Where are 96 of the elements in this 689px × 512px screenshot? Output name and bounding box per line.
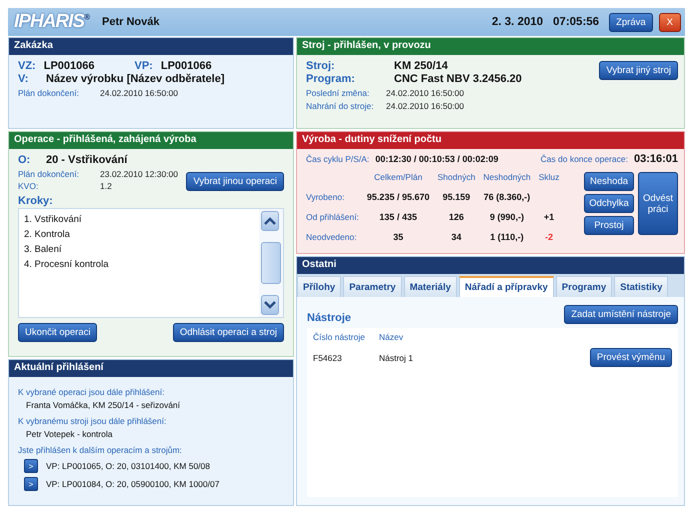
tab[interactable]: Přílohy — [297, 276, 342, 297]
section-header: Operace - přihlášená, zahájená výroba — [9, 132, 293, 149]
action-button[interactable]: Prostoj — [584, 216, 634, 235]
select-operation-button[interactable]: Vybrat jinou operaci — [186, 172, 284, 191]
scrollbar-thumb[interactable] — [261, 242, 281, 284]
close-button[interactable]: X — [658, 12, 681, 32]
field-label: Nahrání do stroje: — [306, 101, 375, 111]
field-label: Plán dokončení: — [18, 169, 80, 179]
select-machine-button[interactable]: Vybrat jiný stroj — [599, 61, 678, 80]
field-label: Plán dokončení: — [18, 88, 80, 98]
field-label: KVO: — [18, 181, 40, 191]
message-button[interactable]: Zpráva — [609, 12, 653, 32]
tab[interactable]: Statistiky — [614, 276, 668, 297]
column-header: Shodných — [436, 171, 476, 184]
tab[interactable]: Materiály — [404, 276, 457, 297]
table-cell-text: -2 — [544, 231, 554, 244]
scroll-up-button[interactable] — [261, 211, 279, 231]
column-header: Číslo nástroje — [313, 332, 366, 342]
operation-button[interactable]: Odhlásit operaci a stroj — [172, 323, 284, 342]
logged-user: Franta Vomáčka, KM 250/14 - seřizování — [26, 400, 182, 410]
field-label: VZ: — [18, 60, 36, 72]
table-cell-text: 95.159 — [442, 191, 472, 204]
field-value: 1.2 — [100, 181, 112, 191]
table-cell-text: 1 (110,-) — [489, 231, 525, 244]
group-label: Jste přihlášen k dalším operacím a strojům: — [18, 445, 183, 455]
field-value: 00:12:30 / 00:10:53 / 00:02:09 — [375, 154, 498, 164]
field-value: 24.02.2010 16:50:00 — [100, 88, 178, 98]
field-label: Poslední změna: — [306, 88, 370, 98]
user-name: Petr Novák — [102, 16, 160, 28]
column-header: Skluz — [538, 171, 560, 184]
column-header: Neshodných — [482, 171, 532, 184]
field-value: Název výrobku [Název odběratele] — [46, 73, 225, 85]
field-value: 23.02.2010 12:30:00 — [100, 169, 178, 179]
table-cell: Nástroj 1 — [379, 352, 414, 362]
step-item[interactable]: 1. Vstřikování — [24, 212, 254, 227]
group-label: K vybrané operaci jsou dále přihlášení: — [18, 387, 166, 397]
operation-link[interactable]: VP: LP001084, O: 20, 05900100, KM 1000/07 — [46, 479, 220, 489]
date-text: 2. 3. 2010 — [492, 16, 544, 28]
field-label: Čas do konce operace: — [540, 154, 628, 164]
scroll-down-button[interactable] — [261, 295, 279, 315]
field-label: Stroj: — [306, 60, 336, 72]
time-text: 07:05:56 — [553, 16, 600, 28]
table-cell-text: F54623 — [313, 352, 343, 362]
table-cell-text: 9 (990,-) — [488, 211, 525, 224]
section-header: Aktuální přihlášení — [9, 360, 293, 377]
submit-work-button[interactable]: Odvést práci — [638, 172, 678, 235]
field-value: CNC Fast NBV 3.2456.20 — [394, 73, 522, 85]
row-label: Vyrobeno: — [306, 191, 346, 204]
section-header: Zakázka — [9, 38, 293, 55]
group-label: K vybranému stroji jsou dále přihlášení: — [18, 416, 168, 426]
field-value: 24.02.2010 16:50:00 — [386, 88, 464, 98]
field-value: KM 250/14 — [394, 60, 448, 72]
column-header: Celkem/Plán — [373, 171, 424, 184]
row-label: Od přihlášení: — [306, 211, 360, 224]
section-title: Nástroje — [307, 312, 352, 324]
tab[interactable]: Nářadí a přípravky — [458, 276, 554, 297]
step-item[interactable]: 3. Balení — [24, 242, 254, 257]
row-label: Neodvedeno: — [306, 231, 358, 244]
table-cell-text: 135 / 435 — [378, 211, 418, 224]
logo: IPHARIS$^{®}$ — [14, 11, 90, 33]
action-button[interactable]: Odchylka — [584, 194, 634, 213]
step-item[interactable]: 2. Kontrola — [24, 227, 254, 242]
table-cell-text: 76 (8.360,-) — [482, 191, 532, 204]
step-item[interactable]: 4. Procesní kontrola — [24, 257, 254, 272]
tab[interactable]: Parametry — [343, 276, 402, 297]
tab[interactable]: Programy — [556, 276, 612, 297]
action-button[interactable]: Neshoda — [584, 172, 634, 191]
field-label: O: — [18, 154, 32, 166]
go-button[interactable]: > — [24, 459, 38, 473]
chevron-down-icon — [264, 301, 276, 309]
logged-user: Petr Votepek - kontrola — [26, 429, 114, 439]
steps-label: Kroky: — [18, 195, 54, 207]
field-label: Čas cyklu P/S/A: — [306, 154, 370, 164]
replace-button[interactable]: Provést výměnu — [590, 348, 672, 367]
field-value: 24.02.2010 16:50:00 — [386, 101, 464, 111]
table-cell-text: 95.235 / 95.670 — [366, 191, 430, 204]
table-cell-text: +1 — [542, 211, 556, 224]
section-header: Ostatni — [297, 257, 684, 274]
operation-link[interactable]: VP: LP001065, O: 20, 03101400, KM 50/08 — [46, 461, 210, 471]
table-cell-text: 126 — [448, 211, 465, 224]
field-value: 20 - Vstřikování — [46, 154, 128, 166]
table-cell-text: 35 — [392, 231, 404, 244]
operation-button[interactable]: Ukončit operaci — [18, 323, 98, 342]
field-label: VP: — [134, 60, 153, 72]
section-header: Stroj - přihlášen, v provozu — [297, 38, 684, 55]
field-value: LP001066 — [44, 60, 94, 72]
go-button[interactable]: > — [24, 477, 38, 491]
section-header: Výroba - dutiny snížení počtu — [297, 132, 684, 149]
field-value: LP001066 — [160, 60, 212, 72]
chevron-up-icon — [264, 217, 276, 225]
table-cell-text: 34 — [450, 231, 462, 244]
field-label: V: — [18, 73, 30, 85]
field-label: Program: — [306, 73, 356, 85]
column-header: Název — [379, 332, 404, 342]
set-location-button[interactable]: Zadat umístění nástroje — [564, 305, 678, 324]
countdown-value: 03:16:01 — [634, 153, 678, 165]
